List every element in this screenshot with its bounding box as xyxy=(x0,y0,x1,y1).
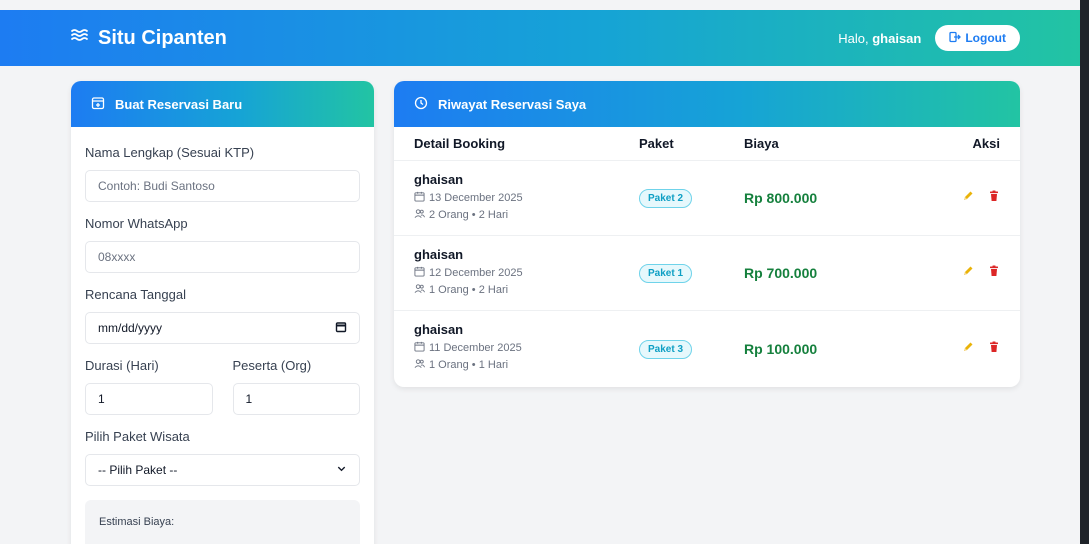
package-badge: Paket 1 xyxy=(639,264,693,283)
navbar: Situ Cipanten Halo, ghaisan Logout xyxy=(0,10,1080,66)
chevron-down-icon xyxy=(336,463,347,477)
booking-package: Paket 1 xyxy=(639,263,744,283)
history-card-header: Riwayat Reservasi Saya xyxy=(394,81,1020,127)
date-label: Rencana Tanggal xyxy=(85,287,186,302)
users-icon xyxy=(414,283,425,297)
form-body: Nama Lengkap (Sesuai KTP) Contoh: Budi S… xyxy=(71,127,374,544)
booking-date: 11 December 2025 xyxy=(414,341,639,355)
booking-price: Rp 700.000 xyxy=(744,265,818,281)
form-card-header: Buat Reservasi Baru xyxy=(71,81,374,127)
calendar-icon xyxy=(414,341,425,355)
phone-label: Nomor WhatsApp xyxy=(85,216,188,231)
col-paket: Paket xyxy=(639,136,674,151)
user-area: Halo, ghaisan Logout xyxy=(838,25,1020,51)
trash-icon[interactable] xyxy=(988,264,1000,282)
cost-estimate: Estimasi Biaya: xyxy=(85,500,360,544)
logout-label: Logout xyxy=(965,31,1006,45)
col-detail: Detail Booking xyxy=(414,136,506,151)
history-title: Riwayat Reservasi Saya xyxy=(438,96,587,112)
calendar-plus-icon xyxy=(91,96,105,113)
pencil-icon[interactable] xyxy=(962,340,974,358)
booking-package: Paket 3 xyxy=(639,339,744,359)
pencil-icon[interactable] xyxy=(962,264,974,282)
booking-info-text: 2 Orang • 2 Hari xyxy=(429,208,509,221)
booking-package: Paket 2 xyxy=(639,188,744,208)
booking-name: ghaisan xyxy=(414,322,464,337)
participants-value: 1 xyxy=(245,392,253,406)
name-placeholder: Contoh: Budi Santoso xyxy=(98,179,215,193)
package-select[interactable]: -- Pilih Paket -- xyxy=(85,454,360,486)
booking-info: 1 Orang • 2 Hari xyxy=(414,283,639,297)
table-row: ghaisan 12 December 2025 1 Orang • 2 Har… xyxy=(394,236,1020,311)
booking-name: ghaisan xyxy=(414,171,464,187)
users-icon xyxy=(414,208,425,222)
col-aksi: Aksi xyxy=(972,136,1000,151)
calendar-icon xyxy=(414,266,425,280)
duration-participants-row: Durasi (Hari) 1 Peserta (Org) 1 xyxy=(85,358,360,429)
brand-name: Situ Cipanten xyxy=(98,26,227,49)
booking-info: 2 Orang • 2 Hari xyxy=(414,208,639,222)
package-badge: Paket 2 xyxy=(639,189,693,208)
row-actions xyxy=(930,340,1000,358)
participants-group: Peserta (Org) 1 xyxy=(232,358,360,429)
duration-group: Durasi (Hari) 1 xyxy=(85,358,213,429)
calendar-icon xyxy=(414,191,425,205)
brand[interactable]: Situ Cipanten xyxy=(70,25,227,51)
greeting: Halo, ghaisan xyxy=(838,30,922,46)
pencil-icon[interactable] xyxy=(962,189,974,207)
reservation-history-card: Riwayat Reservasi Saya Detail Booking Pa… xyxy=(394,81,1020,387)
booking-date-text: 13 December 2025 xyxy=(429,191,523,204)
booking-detail: ghaisan 11 December 2025 1 Orang • 1 Har… xyxy=(414,322,639,375)
calendar-icon[interactable] xyxy=(335,321,347,336)
participants-input[interactable]: 1 xyxy=(232,383,360,415)
col-biaya: Biaya xyxy=(744,136,779,151)
booking-date-text: 11 December 2025 xyxy=(429,342,522,354)
date-placeholder: mm/dd/yyyy xyxy=(98,321,163,335)
participants-label: Peserta (Org) xyxy=(232,358,312,373)
table-body: ghaisan 13 December 2025 2 Orang • 2 Har… xyxy=(394,161,1020,386)
window-edge xyxy=(1080,0,1089,544)
waves-icon xyxy=(70,25,90,51)
clock-icon xyxy=(414,96,428,113)
booking-info-text: 1 Orang • 2 Hari xyxy=(429,283,509,296)
row-actions xyxy=(930,189,1000,207)
trash-icon[interactable] xyxy=(988,340,1000,358)
phone-input[interactable]: 08xxxx xyxy=(85,241,360,273)
table-row: ghaisan 13 December 2025 2 Orang • 2 Har… xyxy=(394,161,1020,236)
duration-label: Durasi (Hari) xyxy=(85,358,159,373)
reservation-form-card: Buat Reservasi Baru Nama Lengkap (Sesuai… xyxy=(71,81,374,544)
logout-icon xyxy=(949,31,962,46)
name-input[interactable]: Contoh: Budi Santoso xyxy=(85,170,360,202)
booking-date-text: 12 December 2025 xyxy=(429,266,523,279)
logout-button[interactable]: Logout xyxy=(935,25,1020,51)
package-badge: Paket 3 xyxy=(639,339,693,359)
booking-detail: ghaisan 12 December 2025 1 Orang • 2 Har… xyxy=(414,247,639,300)
form-title: Buat Reservasi Baru xyxy=(115,96,243,112)
duration-value: 1 xyxy=(98,392,105,406)
duration-input[interactable]: 1 xyxy=(85,383,213,415)
booking-date: 13 December 2025 xyxy=(414,191,639,205)
booking-info: 1 Orang • 1 Hari xyxy=(414,358,639,372)
table-row: ghaisan 11 December 2025 1 Orang • 1 Har… xyxy=(394,311,1020,386)
booking-date: 12 December 2025 xyxy=(414,266,639,280)
booking-price: Rp 800.000 xyxy=(744,190,818,206)
browser-top-strip xyxy=(0,0,1080,10)
estimate-label: Estimasi Biaya: xyxy=(99,516,175,528)
trash-icon[interactable] xyxy=(988,189,1000,207)
booking-price: Rp 100.000 xyxy=(744,340,818,357)
booking-detail: ghaisan 13 December 2025 2 Orang • 2 Har… xyxy=(414,172,639,225)
phone-placeholder: 08xxxx xyxy=(98,250,136,264)
users-icon xyxy=(414,358,425,372)
username: ghaisan xyxy=(872,30,922,46)
booking-name: ghaisan xyxy=(414,246,464,262)
name-label: Nama Lengkap (Sesuai KTP) xyxy=(85,145,255,160)
booking-info-text: 1 Orang • 1 Hari xyxy=(429,359,509,371)
table-header: Detail Booking Paket Biaya Aksi xyxy=(394,127,1020,161)
row-actions xyxy=(930,264,1000,282)
package-label: Pilih Paket Wisata xyxy=(85,429,190,444)
date-input[interactable]: mm/dd/yyyy xyxy=(85,312,360,344)
package-selected: -- Pilih Paket -- xyxy=(98,463,178,477)
